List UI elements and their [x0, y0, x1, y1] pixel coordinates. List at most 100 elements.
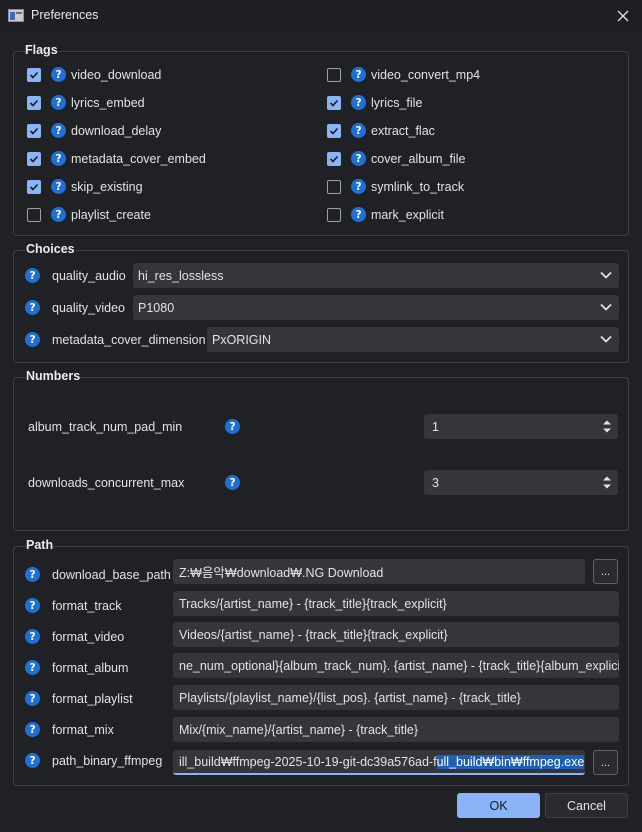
browse-button[interactable]: ... [593, 559, 618, 584]
help-icon[interactable]: ? [25, 722, 40, 737]
help-icon[interactable]: ? [351, 123, 366, 138]
spin-arrows-icon[interactable] [602, 474, 612, 491]
quality-audio-select[interactable]: hi_res_lossless [133, 263, 619, 288]
checkbox[interactable] [327, 208, 341, 222]
checkbox[interactable] [27, 180, 41, 194]
chevron-down-icon [600, 303, 612, 311]
help-icon[interactable]: ? [51, 179, 66, 194]
help-icon[interactable]: ? [351, 207, 366, 222]
checkbox[interactable] [27, 96, 41, 110]
field-value: Z:₩음악₩download₩.NG Download [179, 566, 384, 580]
numbers-title: Numbers [26, 369, 81, 383]
flag-label: cover_album_file [371, 152, 466, 166]
spin-arrows-icon[interactable] [602, 418, 612, 435]
help-icon[interactable]: ? [51, 95, 66, 110]
help-icon[interactable]: ? [25, 691, 40, 706]
checkbox[interactable] [27, 208, 41, 222]
flag-label: symlink_to_track [371, 180, 465, 194]
help-icon[interactable]: ? [25, 268, 40, 283]
checkbox[interactable] [327, 96, 341, 110]
path-group: Path ? download_base_path Z:₩음악₩download… [13, 538, 629, 786]
flag-label: playlist_create [71, 208, 151, 222]
help-icon[interactable]: ? [51, 123, 66, 138]
select-value: PxORIGIN [212, 332, 272, 347]
format-playlist-input[interactable]: Playlists/{playlist_name}/{list_pos}. {a… [173, 685, 619, 710]
downloads-concurrent-max-label: downloads_concurrent_max [28, 476, 185, 490]
chevron-down-icon [600, 335, 612, 343]
help-icon[interactable]: ? [51, 151, 66, 166]
help-icon[interactable]: ? [25, 753, 40, 768]
download-base-path-input[interactable]: Z:₩음악₩download₩.NG Download [173, 559, 585, 584]
format-playlist-label: format_playlist [52, 692, 133, 706]
path-title: Path [26, 538, 54, 552]
help-icon[interactable]: ? [351, 95, 366, 110]
checkbox[interactable] [327, 152, 341, 166]
flag-label: metadata_cover_embed [71, 152, 206, 166]
close-icon [617, 10, 629, 22]
help-icon[interactable]: ? [25, 300, 40, 315]
format-mix-label: format_mix [52, 723, 114, 737]
numbers-group: Numbers album_track_num_pad_min ? 1 down… [13, 369, 629, 531]
check-icon [29, 127, 39, 135]
spin-value: 1 [432, 419, 439, 434]
check-icon [329, 99, 339, 107]
field-value: Mix/{mix_name}/{artist_name} - {track_ti… [179, 722, 419, 737]
quality-video-select[interactable]: P1080 [133, 295, 619, 320]
field-value: Tracks/{artist_name} - {track_title}{tra… [179, 596, 447, 611]
help-icon[interactable]: ? [351, 67, 366, 82]
path-binary-ffmpeg-input[interactable]: ill_build₩ffmpeg-2025-10-19-git-dc39a576… [173, 750, 585, 775]
quality-audio-label: quality_audio [52, 269, 126, 283]
flags-group: Flags ? video_download ? lyrics_embed ? … [13, 43, 629, 236]
checkbox[interactable] [27, 68, 41, 82]
format-video-input[interactable]: Videos/{artist_name} - {track_title}{tra… [173, 622, 619, 647]
metadata-cover-dimension-label: metadata_cover_dimension [52, 333, 206, 347]
help-icon[interactable]: ? [351, 179, 366, 194]
help-icon[interactable]: ? [25, 567, 40, 582]
help-icon[interactable]: ? [225, 419, 240, 434]
checkbox[interactable] [327, 124, 341, 138]
select-value: P1080 [138, 300, 175, 315]
flag-label: download_delay [71, 124, 162, 138]
field-value: Playlists/{playlist_name}/{list_pos}. {a… [179, 690, 521, 705]
downloads-concurrent-max-spinbox[interactable]: 3 [424, 470, 618, 495]
album-track-num-pad-min-label: album_track_num_pad_min [28, 420, 183, 434]
help-icon[interactable]: ? [25, 332, 40, 347]
flag-label: video_convert_mp4 [371, 68, 481, 82]
help-icon[interactable]: ? [25, 598, 40, 613]
help-icon[interactable]: ? [225, 475, 240, 490]
checkbox[interactable] [27, 152, 41, 166]
check-icon [29, 99, 39, 107]
close-button[interactable] [610, 3, 636, 29]
ok-button[interactable]: OK [457, 793, 540, 818]
field-value: ne_num_optional}{album_track_num}. {arti… [179, 658, 619, 673]
help-icon[interactable]: ? [351, 151, 366, 166]
spin-value: 3 [432, 475, 439, 490]
check-icon [29, 71, 39, 79]
window-title: Preferences [31, 8, 99, 22]
path-binary-ffmpeg-label: path_binary_ffmpeg [52, 754, 163, 768]
choices-title: Choices [26, 242, 75, 256]
album-track-num-pad-min-spinbox[interactable]: 1 [424, 414, 618, 439]
checkbox[interactable] [327, 68, 341, 82]
metadata-cover-dimension-select[interactable]: PxORIGIN [207, 327, 619, 352]
format-track-input[interactable]: Tracks/{artist_name} - {track_title}{tra… [173, 591, 619, 616]
check-icon [329, 155, 339, 163]
browse-button[interactable]: ... [593, 750, 618, 775]
help-icon[interactable]: ? [25, 629, 40, 644]
checkbox[interactable] [327, 180, 341, 194]
format-mix-input[interactable]: Mix/{mix_name}/{artist_name} - {track_ti… [173, 717, 619, 742]
flag-label: lyrics_embed [71, 96, 145, 110]
cancel-button[interactable]: Cancel [545, 793, 628, 818]
download-base-path-label: download_base_path [52, 568, 171, 582]
help-icon[interactable]: ? [51, 207, 66, 222]
format-album-input[interactable]: ne_num_optional}{album_track_num}. {arti… [173, 653, 619, 678]
checkbox[interactable] [27, 124, 41, 138]
app-icon [8, 9, 24, 22]
field-value: ill_build₩ffmpeg-2025-10-19-git-dc39a576… [179, 754, 437, 769]
help-icon[interactable]: ? [51, 67, 66, 82]
format-track-label: format_track [52, 599, 122, 613]
field-value: Videos/{artist_name} - {track_title}{tra… [179, 627, 448, 642]
help-icon[interactable]: ? [25, 660, 40, 675]
quality-video-label: quality_video [52, 301, 125, 315]
check-icon [29, 155, 39, 163]
